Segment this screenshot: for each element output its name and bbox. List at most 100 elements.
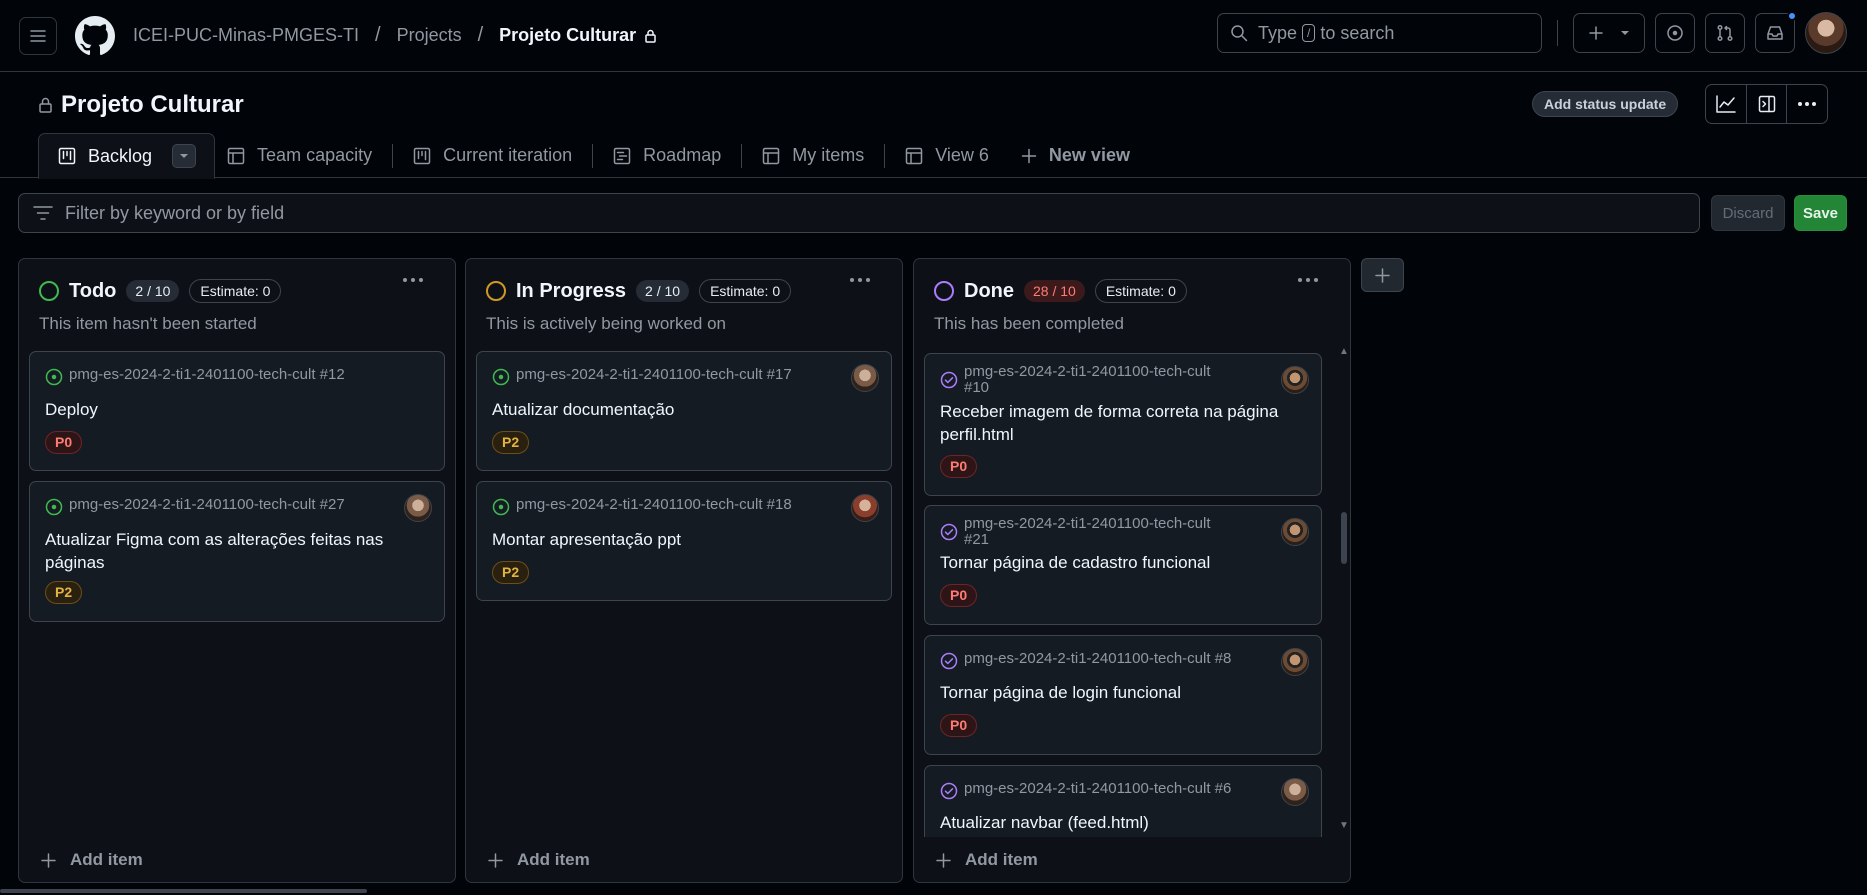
add-item-button[interactable]: Add item	[936, 850, 1038, 870]
board-card[interactable]: pmg-es-2024-2-ti1-2401100-tech-cult #27 …	[29, 481, 445, 622]
card-repo-ref: pmg-es-2024-2-ti1-2401100-tech-cult #18	[492, 497, 792, 516]
tab-team-capacity[interactable]: Team capacity	[215, 133, 384, 178]
issue-closed-icon	[940, 523, 958, 541]
issue-opened-icon	[45, 498, 63, 516]
card-title[interactable]: Atualizar navbar (feed.html)	[940, 811, 1149, 834]
card-reference: pmg-es-2024-2-ti1-2401100-tech-cult #12	[69, 366, 345, 383]
board-card[interactable]: pmg-es-2024-2-ti1-2401100-tech-cult #8 T…	[924, 635, 1322, 755]
search-input[interactable]: Type / to search	[1217, 13, 1542, 53]
assignee-avatar[interactable]	[404, 494, 432, 522]
priority-label: P2	[45, 581, 83, 604]
card-repo-ref: pmg-es-2024-2-ti1-2401100-tech-cult #10	[940, 364, 1211, 396]
tab-current-iteration[interactable]: Current iteration	[401, 133, 584, 178]
side-panel-button[interactable]	[1747, 85, 1788, 123]
inbox-icon	[1767, 26, 1783, 40]
more-options-button[interactable]	[1787, 85, 1827, 123]
column-item-count: 2 / 10	[636, 280, 690, 302]
plus-icon	[1588, 26, 1603, 40]
board-card[interactable]: pmg-es-2024-2-ti1-2401100-tech-cult #18 …	[476, 481, 892, 601]
card-repo-ref: pmg-es-2024-2-ti1-2401100-tech-cult #8	[940, 651, 1231, 670]
priority-label: P2	[492, 431, 530, 454]
assignee-avatar[interactable]	[1281, 778, 1309, 806]
card-title[interactable]: Tornar página de login funcional	[940, 681, 1181, 704]
card-title[interactable]: Receber imagem de forma correta na págin…	[940, 400, 1310, 446]
insights-button[interactable]	[1706, 85, 1747, 123]
board-card[interactable]: pmg-es-2024-2-ti1-2401100-tech-cult #10 R…	[924, 353, 1322, 496]
table-icon	[905, 147, 923, 164]
git-pull-request-icon	[1717, 24, 1733, 42]
card-reference: pmg-es-2024-2-ti1-2401100-tech-cult #18	[516, 496, 792, 513]
user-avatar[interactable]	[1805, 12, 1847, 54]
board-column-done: Done 28 / 10 Estimate: 0 This has been c…	[913, 258, 1351, 883]
tab-backlog[interactable]: Backlog	[38, 133, 216, 179]
pull-requests-button[interactable]	[1705, 13, 1745, 53]
menu-button[interactable]	[19, 16, 57, 55]
board-card[interactable]: pmg-es-2024-2-ti1-2401100-tech-cult #6 A…	[924, 765, 1322, 837]
horizontal-scrollbar[interactable]	[0, 889, 367, 893]
card-title[interactable]: Montar apresentação ppt	[492, 528, 681, 551]
tab-label: New view	[1048, 145, 1130, 165]
card-title[interactable]: Tornar página de cadastro funcional	[940, 551, 1210, 574]
header-divider	[1557, 20, 1558, 46]
new-view-button[interactable]: New view	[1009, 133, 1142, 178]
column-item-count: 2 / 10	[126, 280, 180, 302]
card-reference: pmg-es-2024-2-ti1-2401100-tech-cult #17	[516, 366, 792, 383]
search-icon	[1231, 25, 1248, 42]
column-scrollbar[interactable]: ▲ ▼	[1339, 344, 1349, 836]
plus-icon	[936, 852, 951, 868]
table-icon	[762, 147, 780, 164]
column-estimate: Estimate: 0	[189, 279, 282, 303]
tab-my-items[interactable]: My items	[750, 133, 876, 178]
add-item-button[interactable]: Add item	[41, 850, 143, 870]
card-repo-ref: pmg-es-2024-2-ti1-2401100-tech-cult #17	[492, 367, 792, 386]
breadcrumb-org-link[interactable]: ICEI-PUC-Minas-PMGES-TI	[133, 25, 359, 46]
breadcrumb-current-project[interactable]: Projeto Culturar	[499, 25, 636, 46]
github-logo-icon[interactable]	[75, 15, 115, 56]
assignee-avatar[interactable]	[1281, 648, 1309, 676]
add-item-button[interactable]: Add item	[488, 850, 590, 870]
breadcrumb-projects-link[interactable]: Projects	[397, 25, 462, 46]
board-card[interactable]: pmg-es-2024-2-ti1-2401100-tech-cult #21 T…	[924, 505, 1322, 625]
inbox-button[interactable]	[1755, 11, 1797, 53]
column-menu-button[interactable]	[849, 277, 871, 283]
assignee-avatar[interactable]	[851, 494, 879, 522]
assignee-avatar[interactable]	[1281, 518, 1309, 546]
add-item-label: Add item	[517, 850, 590, 869]
filter-input[interactable]: Filter by keyword or by field	[18, 193, 1700, 233]
assignee-avatar[interactable]	[851, 364, 879, 392]
column-estimate: Estimate: 0	[699, 279, 792, 303]
board-card[interactable]: pmg-es-2024-2-ti1-2401100-tech-cult #17 …	[476, 351, 892, 471]
board-column-todo: Todo 2 / 10 Estimate: 0 This item hasn't…	[18, 258, 456, 883]
filter-placeholder: Filter by keyword or by field	[65, 202, 285, 223]
card-title[interactable]: Deploy	[45, 398, 98, 421]
scrollbar-thumb[interactable]	[1341, 512, 1347, 564]
tab-roadmap[interactable]: Roadmap	[601, 133, 733, 178]
add-status-update-button[interactable]: Add status update	[1532, 91, 1679, 117]
column-menu-button[interactable]	[402, 277, 424, 283]
tab-divider	[392, 143, 394, 168]
roadmap-icon	[613, 147, 631, 164]
assignee-avatar[interactable]	[1281, 366, 1309, 394]
scroll-down-arrow-icon[interactable]: ▼	[1339, 820, 1349, 831]
scroll-up-arrow-icon[interactable]: ▲	[1339, 346, 1349, 357]
column-menu-button[interactable]	[1297, 277, 1319, 283]
card-title[interactable]: Atualizar Figma com as alterações feitas…	[45, 528, 415, 574]
issues-button[interactable]	[1655, 13, 1695, 53]
kebab-horizontal-icon	[850, 278, 870, 282]
card-repo-ref: pmg-es-2024-2-ti1-2401100-tech-cult #6	[940, 781, 1231, 800]
tab-view-6[interactable]: View 6	[893, 133, 1001, 178]
card-repo-ref: pmg-es-2024-2-ti1-2401100-tech-cult #27	[45, 497, 345, 516]
status-circle-icon	[486, 281, 506, 301]
add-column-button[interactable]	[1361, 258, 1404, 292]
card-title[interactable]: Atualizar documentação	[492, 398, 674, 421]
page-title: Projeto Culturar	[38, 91, 244, 119]
save-button[interactable]: Save	[1794, 195, 1847, 231]
column-scroll-area[interactable]: pmg-es-2024-2-ti1-2401100-tech-cult #10 R…	[914, 345, 1350, 837]
board-card[interactable]: pmg-es-2024-2-ti1-2401100-tech-cult #12 …	[29, 351, 445, 471]
breadcrumb-separator: /	[477, 24, 484, 46]
tab-label: View 6	[935, 145, 989, 165]
filter-icon	[33, 206, 53, 220]
view-options-dropdown[interactable]	[172, 144, 197, 168]
discard-button[interactable]: Discard	[1711, 195, 1785, 231]
create-new-button[interactable]	[1573, 13, 1645, 53]
